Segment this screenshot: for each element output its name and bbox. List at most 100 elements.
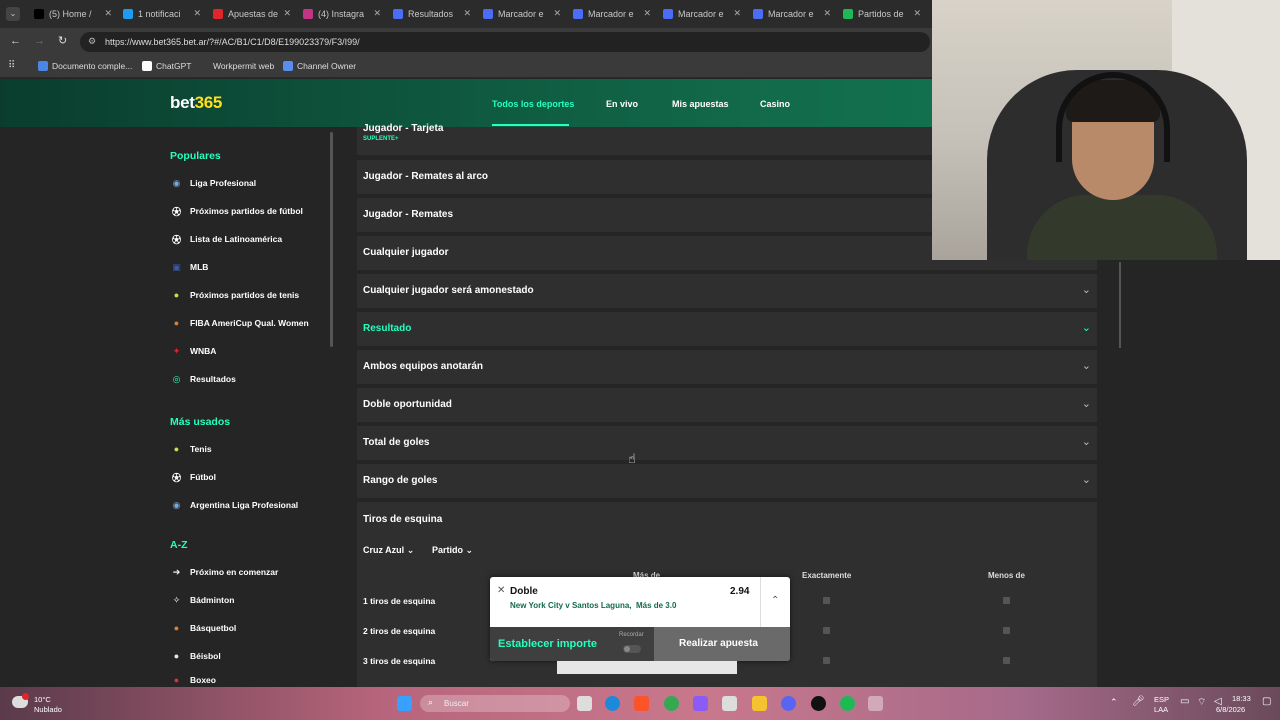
browser-tab[interactable]: 1 notificaci ✕: [117, 3, 205, 25]
market-row[interactable]: Cualquier jugador será amonestado ⌄: [357, 274, 1097, 308]
back-icon[interactable]: ←: [10, 35, 21, 47]
close-tab-icon[interactable]: ✕: [643, 8, 651, 19]
microphone-icon[interactable]: 🎤︎: [1132, 696, 1145, 707]
wifi-icon[interactable]: ⌔: [1197, 696, 1206, 709]
window-icon[interactable]: [868, 696, 883, 711]
sidebar-item[interactable]: ● Tenis: [170, 441, 212, 457]
network-icon[interactable]: ▭: [1180, 696, 1189, 707]
tab-favicon-icon: [663, 9, 673, 19]
market-label: Jugador - Remates al arco: [363, 171, 489, 182]
forward-icon[interactable]: →: [34, 35, 45, 47]
bookmark-item[interactable]: ChatGPT: [142, 61, 191, 71]
sidebar-item[interactable]: ● FIBA AmeriCup Qual. Women: [170, 315, 309, 331]
market-row[interactable]: Ambos equipos anotarán ⌄: [357, 350, 1097, 384]
copilot-icon[interactable]: [693, 696, 708, 711]
explorer-icon[interactable]: [752, 696, 767, 711]
close-tab-icon[interactable]: ✕: [553, 8, 561, 19]
set-stake-button[interactable]: Establecer importe: [498, 638, 597, 650]
browser-tab[interactable]: Resultados ✕: [387, 3, 475, 25]
sidebar-item[interactable]: ● Béisbol: [170, 648, 221, 664]
sidebar-scrollbar[interactable]: [330, 132, 333, 347]
remember-toggle[interactable]: [623, 645, 641, 653]
notifications-icon[interactable]: ▢: [1262, 696, 1271, 707]
browser-tab[interactable]: (4) Instagra ✕: [297, 3, 385, 25]
sidebar-item[interactable]: ● Próximos partidos de tenis: [170, 287, 299, 303]
sidebar-item[interactable]: ◉ Argentina Liga Profesional: [170, 497, 299, 513]
browser-tab[interactable]: Marcador e ✕: [477, 3, 565, 25]
close-tab-icon[interactable]: ✕: [373, 8, 381, 19]
bookmark-item[interactable]: Documento comple...: [38, 61, 132, 71]
corners-title[interactable]: Tiros de esquina: [363, 514, 442, 525]
sidebar-item[interactable]: ◉ Liga Profesional: [170, 175, 257, 191]
browser-tab[interactable]: (5) Home / ✕: [28, 3, 116, 25]
close-tab-icon[interactable]: ✕: [283, 8, 291, 19]
close-tab-icon[interactable]: ✕: [823, 8, 831, 19]
nav-live[interactable]: En vivo: [606, 99, 638, 109]
tab-favicon-icon: [753, 9, 763, 19]
place-bet-button[interactable]: Realizar apuesta: [654, 627, 790, 661]
bookmark-item[interactable]: Workpermit web: [199, 61, 274, 71]
address-bar-row: ← → ↻ ⚙ https://www.bet365.bet.ar/?#/AC/…: [0, 28, 932, 56]
start-icon[interactable]: [397, 696, 412, 711]
close-tab-icon[interactable]: ✕: [463, 8, 471, 19]
sidebar-item[interactable]: ⚽︎ Fútbol: [170, 469, 216, 485]
sidebar-item[interactable]: ⚽︎ Lista de Latinoamérica: [170, 231, 282, 247]
sidebar-item[interactable]: ⚽︎ Próximos partidos de fútbol: [170, 203, 303, 219]
sidebar-section-title: Más usados: [170, 416, 231, 428]
sidebar-item[interactable]: ✦ WNBA: [170, 343, 217, 359]
nav-all-sports[interactable]: Todos los deportes: [492, 99, 574, 109]
tab-search-button[interactable]: ⌄: [6, 7, 20, 21]
team-filter-label: Cruz Azul: [363, 545, 405, 555]
market-row[interactable]: Rango de goles ⌄: [357, 464, 1097, 498]
browser-tab[interactable]: Apuestas de ✕: [207, 3, 295, 25]
browser-tab[interactable]: Partidos de ✕: [837, 3, 925, 25]
browser-tab[interactable]: Marcador e ✕: [747, 3, 835, 25]
close-tab-icon[interactable]: ✕: [913, 8, 921, 19]
clock-time[interactable]: 18:33: [1232, 694, 1251, 703]
browser-tab[interactable]: Marcador e ✕: [567, 3, 655, 25]
apps-icon[interactable]: [722, 696, 737, 711]
site-info-icon[interactable]: ⚙: [88, 36, 96, 47]
edge-icon[interactable]: [605, 696, 620, 711]
sidebar-item[interactable]: ● Boxeo: [170, 672, 216, 688]
close-tab-icon[interactable]: ✕: [193, 8, 201, 19]
apps-grid-icon[interactable]: ⠿: [8, 60, 15, 71]
brave-icon[interactable]: [634, 696, 649, 711]
sidebar-item[interactable]: ◎ Resultados: [170, 371, 236, 387]
url-field[interactable]: ⚙ https://www.bet365.bet.ar/?#/AC/B1/C1/…: [80, 32, 930, 52]
sidebar-item[interactable]: ● Básquetbol: [170, 620, 237, 636]
browser-tab[interactable]: Marcador e ✕: [657, 3, 745, 25]
remove-selection-icon[interactable]: ✕: [497, 585, 505, 596]
discord-icon[interactable]: [781, 696, 796, 711]
reload-icon[interactable]: ↻: [58, 34, 67, 47]
nav-casino[interactable]: Casino: [760, 99, 790, 109]
task-view-icon[interactable]: [577, 696, 592, 711]
language-top[interactable]: ESP: [1154, 695, 1169, 704]
sidebar-item[interactable]: ▣ MLB: [170, 259, 208, 275]
team-filter-dropdown[interactable]: Cruz Azul ⌄: [363, 545, 414, 556]
chrome-icon[interactable]: [664, 696, 679, 711]
clock-date[interactable]: 6/8/2026: [1216, 705, 1245, 714]
spotify-icon[interactable]: [840, 696, 855, 711]
tab-label: 1 notificaci: [138, 9, 181, 19]
sidebar-item[interactable]: ➔ Próximo en comenzar: [170, 564, 279, 580]
close-tab-icon[interactable]: ✕: [733, 8, 741, 19]
period-filter-dropdown[interactable]: Partido ⌄: [432, 545, 473, 556]
period-filter-label: Partido: [432, 545, 464, 555]
taskbar-search-box[interactable]: ⌕ Buscar: [420, 695, 570, 712]
page-scrollbar[interactable]: [1119, 262, 1121, 348]
chevron-up-icon[interactable]: ⌃: [1110, 697, 1118, 708]
close-tab-icon[interactable]: ✕: [104, 8, 112, 19]
market-row[interactable]: Doble oportunidad ⌄: [357, 388, 1097, 422]
steam-icon[interactable]: [811, 696, 826, 711]
tab-favicon-icon: [393, 9, 403, 19]
partial-market-title: Jugador - Tarjeta: [363, 123, 444, 134]
nav-my-bets[interactable]: Mis apuestas: [672, 99, 729, 109]
bet365-logo[interactable]: bet365: [170, 93, 222, 113]
market-row[interactable]: Resultado ⌄: [357, 312, 1097, 346]
bookmark-item[interactable]: Channel Owner: [283, 61, 356, 71]
language-bottom[interactable]: LAA: [1154, 705, 1168, 714]
sidebar-item[interactable]: ✧ Bádminton: [170, 592, 235, 608]
market-row[interactable]: Total de goles ⌄: [357, 426, 1097, 460]
collapse-slip-button[interactable]: ⌃: [760, 577, 790, 627]
